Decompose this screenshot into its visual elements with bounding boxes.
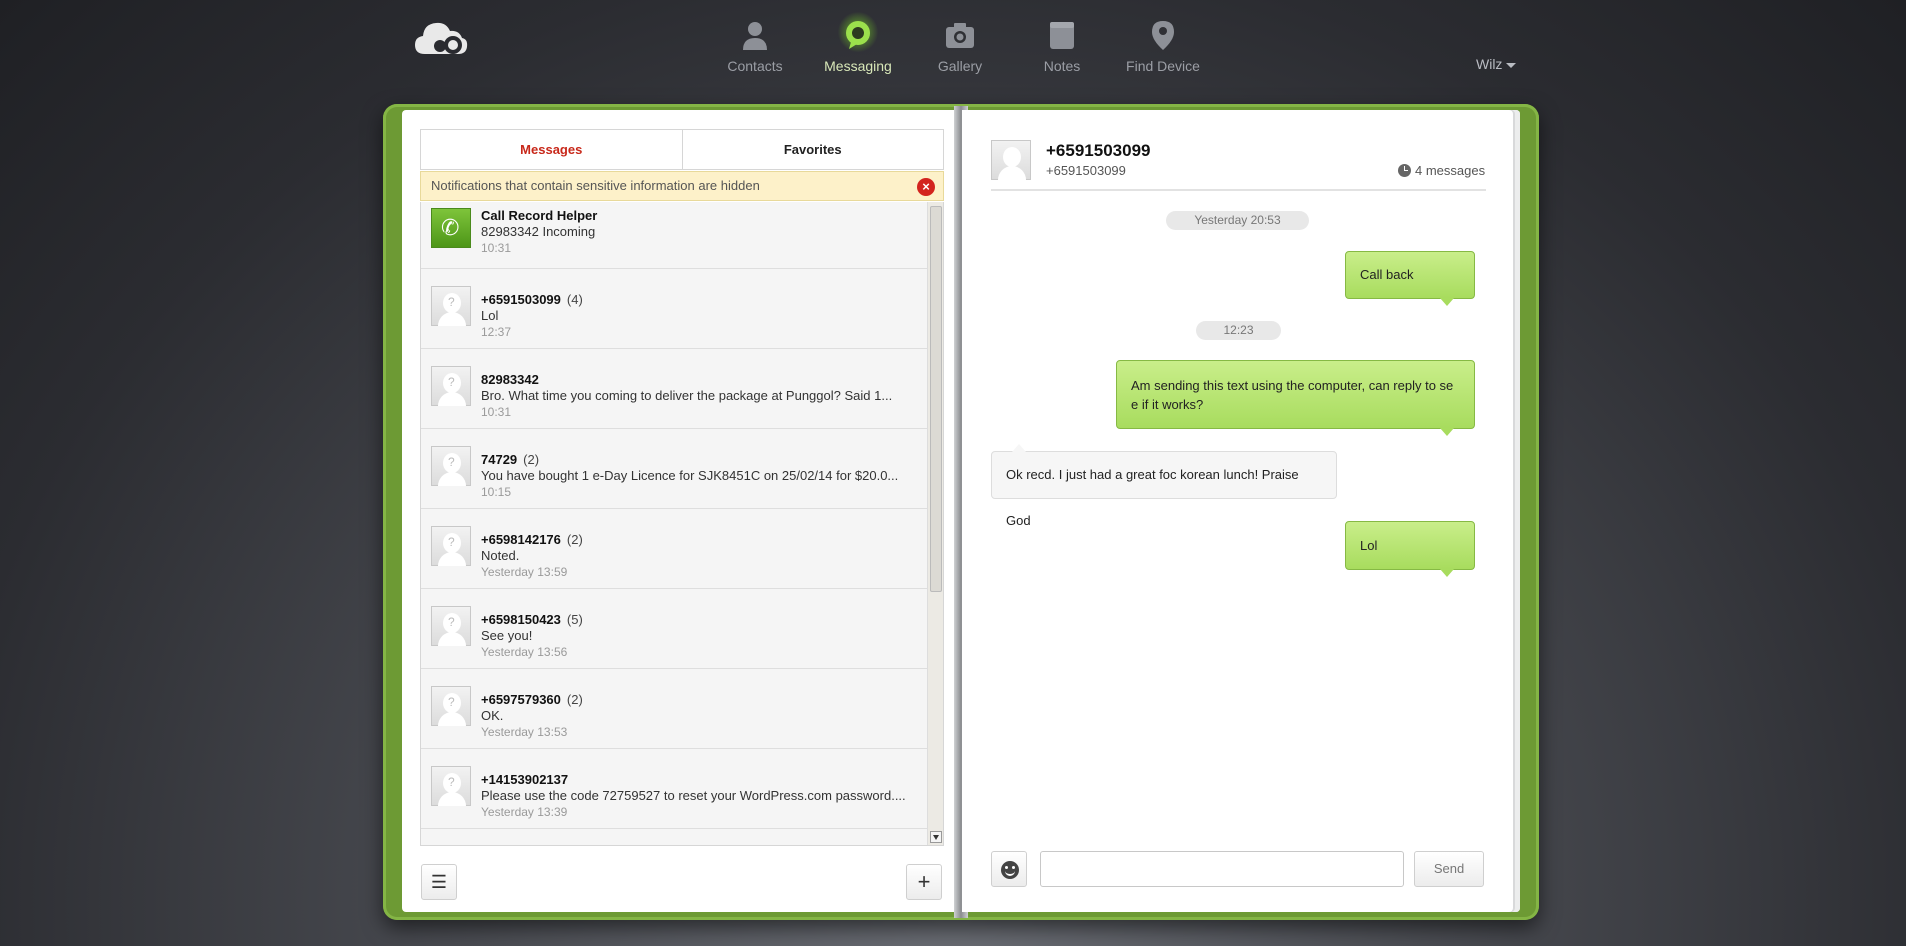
message-bubble-outgoing: Lol	[1345, 521, 1475, 577]
avatar: ?	[431, 366, 471, 406]
list-item[interactable]: ? +6598142176 (2) Noted. Yesterday 13:59	[421, 509, 928, 589]
smiley-icon	[1001, 861, 1019, 879]
top-nav: Contacts Messaging Gallery Notes Find De…	[0, 12, 1906, 78]
conversation-name: +6591503099 (4)	[481, 292, 583, 307]
phone-icon: ✆	[431, 208, 471, 248]
messaging-icon	[846, 21, 870, 49]
chat-title: +6591503099	[1046, 141, 1151, 160]
conversation-time: 10:15	[481, 485, 512, 499]
nav-notes[interactable]: Notes	[1012, 18, 1112, 74]
scroll-thumb[interactable]	[930, 206, 942, 592]
message-bubble-outgoing: Call back	[1345, 251, 1475, 306]
avatar: ?	[431, 446, 471, 486]
list-item[interactable]: ? +14153902137 Please use the code 72759…	[421, 749, 928, 829]
avatar: ?	[431, 606, 471, 646]
message-input[interactable]	[1040, 851, 1404, 887]
message-count: 4 messages	[1398, 163, 1485, 178]
conversation-preview: 82983342 Incoming	[481, 224, 596, 239]
contacts-icon	[743, 22, 767, 50]
close-icon[interactable]: ×	[917, 178, 935, 196]
timestamp: 12:23	[1196, 321, 1281, 340]
nav-label: Find Device	[1126, 58, 1200, 74]
chevron-down-icon	[1506, 62, 1517, 68]
user-menu[interactable]: Wilz	[1476, 56, 1517, 72]
conversation-name: 82983342	[481, 372, 539, 387]
conversation-name: +6598142176 (2)	[481, 532, 583, 547]
scroll-down-arrow-icon[interactable]	[930, 831, 942, 843]
conversation-name: +6598150423 (5)	[481, 612, 583, 627]
conversation-preview: See you!	[481, 628, 533, 643]
plus-icon: +	[917, 869, 931, 894]
conversation-name: +6597579360 (2)	[481, 692, 583, 707]
tab-messages[interactable]: Messages	[421, 130, 683, 169]
conversation-time: 10:31	[481, 405, 512, 419]
conversation-name: +14153902137	[481, 772, 569, 787]
send-button[interactable]: Send	[1414, 851, 1484, 887]
location-pin-icon	[1152, 21, 1174, 50]
sensitive-notice: Notifications that contain sensitive inf…	[420, 171, 944, 201]
message-tabs: Messages Favorites	[420, 129, 944, 170]
tab-favorites[interactable]: Favorites	[683, 130, 944, 169]
timestamp: Yesterday 20:53	[1166, 211, 1309, 230]
notice-text: Notifications that contain sensitive inf…	[431, 178, 760, 193]
nav-gallery[interactable]: Gallery	[910, 18, 1010, 74]
nav-messaging[interactable]: Messaging	[808, 12, 908, 74]
list-item[interactable]: ? +6598150423 (5) See you! Yesterday 13:5…	[421, 589, 928, 669]
nav-label: Notes	[1043, 58, 1081, 74]
conversation-time: 12:37	[481, 325, 512, 339]
conversation-preview: Lol	[481, 308, 499, 323]
list-item[interactable]: ? +6597579360 (2) OK. Yesterday 13:53	[421, 669, 928, 749]
nav-label: Contacts	[727, 58, 783, 74]
message-bubble-outgoing: Am sending this text using the computer,…	[1116, 360, 1475, 436]
nav-label: Messaging	[824, 58, 892, 74]
notes-icon	[1050, 22, 1074, 49]
hamburger-icon: ☰	[430, 872, 448, 892]
conversation-name: Call Record Helper	[481, 208, 598, 223]
nav-contacts[interactable]: Contacts	[705, 18, 805, 74]
message-bubble-incoming: Ok recd. I just had a great foc korean l…	[991, 444, 1337, 528]
nav-find-device[interactable]: Find Device	[1113, 18, 1213, 74]
list-item[interactable]: ? +6591503099 (4) Lol 12:37	[421, 269, 928, 349]
avatar: ?	[431, 766, 471, 806]
conversation-time: 10:31	[481, 241, 512, 255]
list-item[interactable]: ✆ Call Record Helper 82983342 Incoming 1…	[421, 202, 928, 269]
conversation-preview: Noted.	[481, 548, 520, 563]
avatar	[991, 140, 1031, 180]
list-item[interactable]: ? 74729 (2) You have bought 1 e-Day Licen…	[421, 429, 928, 509]
conversation-preview: OK.	[481, 708, 504, 723]
list-scrollbar[interactable]	[927, 202, 943, 845]
conversation-time: Yesterday 13:56	[481, 645, 568, 659]
chat-subtitle: +6591503099	[1046, 163, 1126, 178]
emoji-button[interactable]	[991, 851, 1027, 887]
clock-icon	[1398, 164, 1411, 177]
avatar: ?	[431, 526, 471, 566]
divider	[991, 189, 1486, 191]
user-name: Wilz	[1476, 56, 1503, 72]
menu-button[interactable]: ☰	[421, 864, 457, 900]
camera-icon	[946, 23, 974, 48]
list-item[interactable]: ? 82983342 Bro. What time you coming to …	[421, 349, 928, 429]
conversation-time: Yesterday 13:39	[481, 805, 568, 819]
right-page	[962, 110, 1520, 912]
avatar: ?	[431, 286, 471, 326]
new-message-button[interactable]: +	[906, 864, 942, 900]
conversation-preview: Bro. What time you coming to deliver the…	[481, 388, 893, 403]
conversation-time: Yesterday 13:53	[481, 725, 568, 739]
conversation-name: 74729 (2)	[481, 452, 540, 467]
conversation-preview: Please use the code 72759527 to reset yo…	[481, 788, 906, 803]
conversation-time: Yesterday 13:59	[481, 565, 568, 579]
nav-label: Gallery	[937, 58, 983, 74]
conversation-preview: You have bought 1 e-Day Licence for SJK8…	[481, 468, 899, 483]
avatar: ?	[431, 686, 471, 726]
conversation-list: ✆ Call Record Helper 82983342 Incoming 1…	[420, 202, 944, 846]
